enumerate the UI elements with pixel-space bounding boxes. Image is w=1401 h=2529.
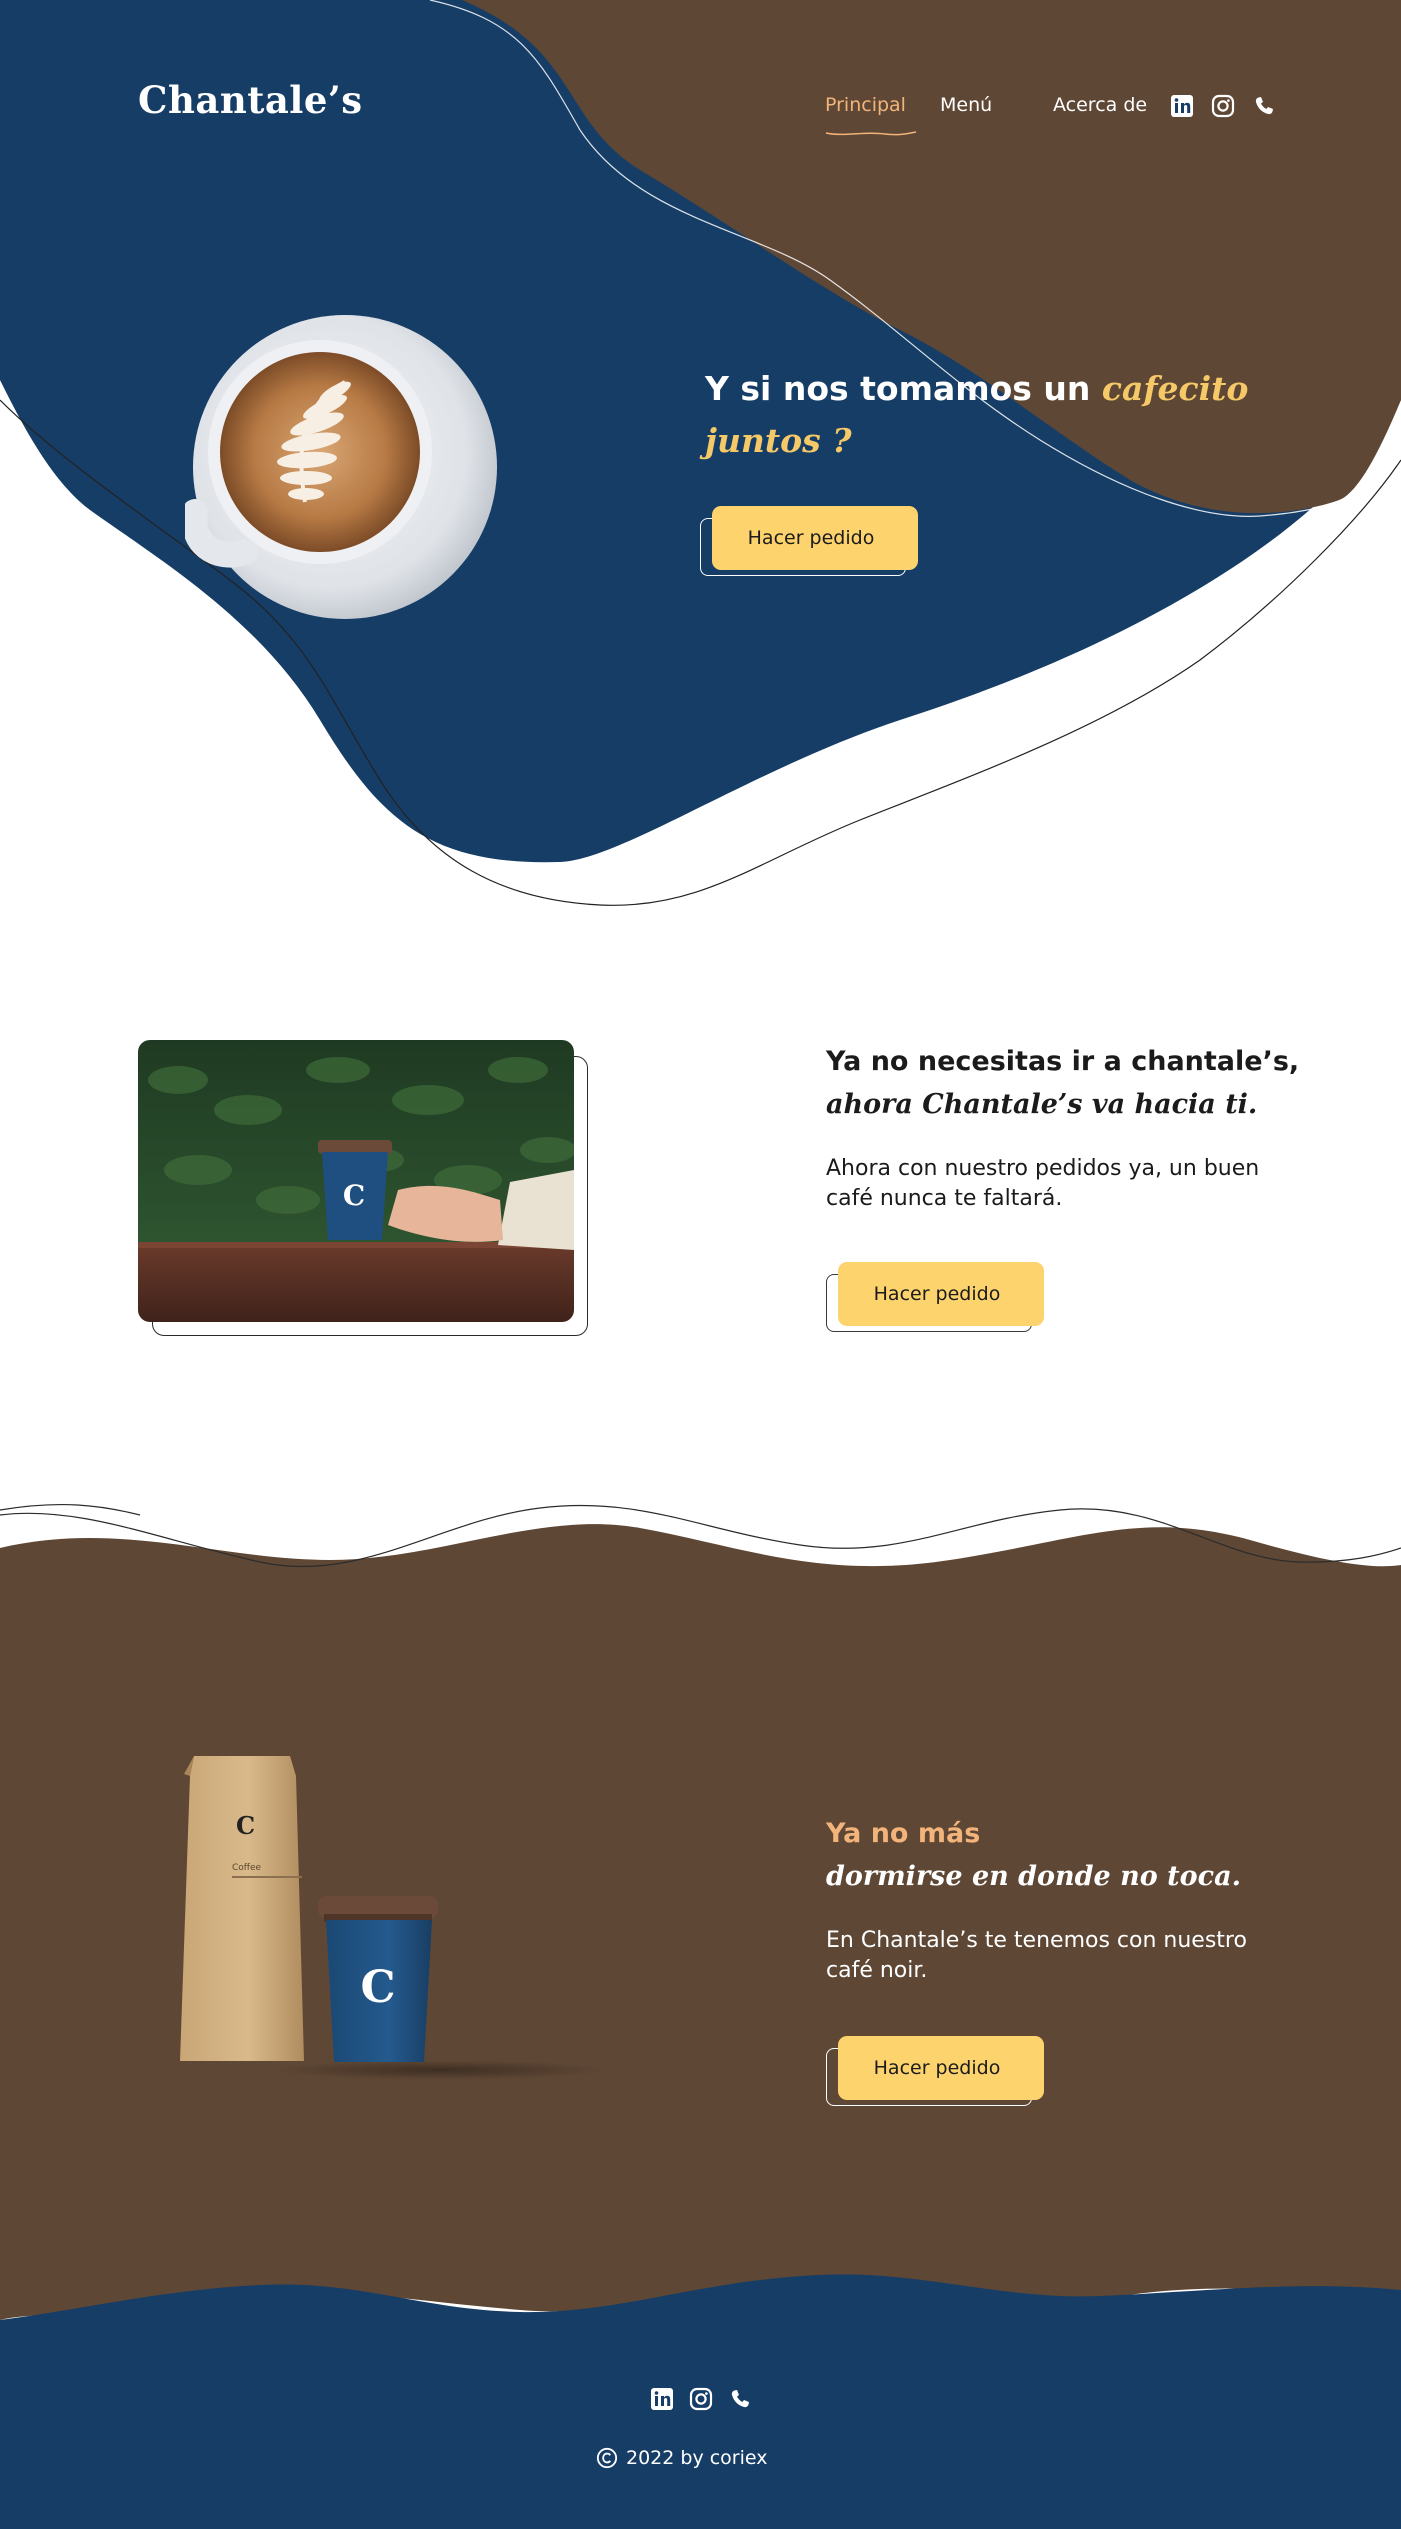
noir-order-button-group: Hacer pedido <box>826 2036 1044 2106</box>
hero-order-button[interactable]: Hacer pedido <box>712 506 918 570</box>
phone-icon[interactable] <box>728 2387 752 2411</box>
instagram-icon[interactable] <box>689 2387 713 2411</box>
delivery-title-line2: ahora Chantale’s va hacia ti. <box>826 1089 1258 1120</box>
noir-title-line1: Ya no más <box>826 1818 981 1849</box>
nav-link-menu[interactable]: Menú <box>940 94 992 116</box>
coffee-bag-and-cup-image: C Coffee C <box>180 1756 610 2080</box>
instagram-icon[interactable] <box>1211 94 1235 118</box>
brand-logo[interactable]: Chantale’s <box>138 78 363 122</box>
latte-cup-image <box>185 315 497 619</box>
copyright-icon <box>596 2447 618 2469</box>
footer-copyright: 2022 by coriex <box>596 2447 768 2469</box>
svg-text:C: C <box>236 1811 255 1840</box>
delivery-title-line1: Ya no necesitas ir a chantale’s, <box>826 1046 1300 1077</box>
phone-icon[interactable] <box>1252 94 1276 118</box>
nav-link-acerca-de[interactable]: Acerca de <box>1053 94 1147 116</box>
footer-social-icons <box>650 2387 751 2415</box>
hero-order-button-group: Hacer pedido <box>700 506 918 576</box>
linkedin-icon[interactable] <box>650 2387 674 2411</box>
linkedin-icon[interactable] <box>1170 94 1194 118</box>
main-nav: Principal Menú Acerca de <box>825 94 1273 136</box>
noir-title: Ya no más dormirse en donde no toca. <box>826 1812 1306 1898</box>
hero-title: Y si nos tomamos un cafecito juntos ? <box>705 363 1265 467</box>
delivery-order-button[interactable]: Hacer pedido <box>838 1262 1044 1326</box>
delivery-body: Ahora con nuestro pedidos ya, un buen ca… <box>826 1156 1260 1211</box>
svg-text:C: C <box>360 1962 395 2013</box>
delivery-title: Ya no necesitas ir a chantale’s, ahora C… <box>826 1040 1306 1126</box>
svg-text:C: C <box>343 1179 365 1212</box>
noir-title-line2: dormirse en donde no toca. <box>826 1861 1241 1892</box>
active-nav-underline <box>825 131 917 136</box>
noir-order-button[interactable]: Hacer pedido <box>838 2036 1044 2100</box>
hero-title-script-1: cafecito <box>1101 369 1249 408</box>
noir-body: En Chantale’s te tenemos con nuestro caf… <box>826 1928 1247 1983</box>
nav-link-principal[interactable]: Principal <box>825 94 906 116</box>
hero-title-plain: Y si nos tomamos un <box>705 369 1102 408</box>
bag-label: Coffee <box>232 1863 262 1873</box>
copyright-text: 2022 by coriex <box>626 2447 768 2469</box>
delivery-order-button-group: Hacer pedido <box>826 1262 1044 1332</box>
hand-holding-cup-photo: C <box>138 1040 574 1322</box>
hero-title-script-2: juntos ? <box>705 421 852 460</box>
